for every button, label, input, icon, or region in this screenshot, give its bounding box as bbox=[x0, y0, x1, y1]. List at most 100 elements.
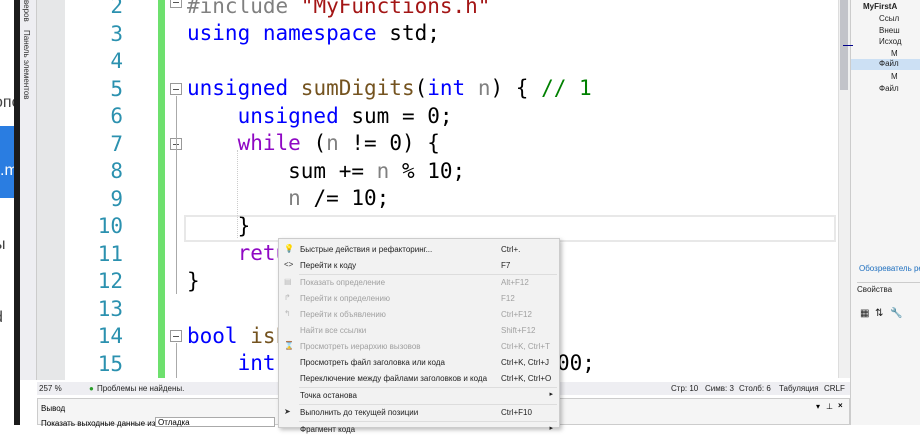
code-line: } bbox=[187, 269, 200, 293]
menu-item-shortcut: Ctrl+F12 bbox=[501, 310, 532, 319]
menu-item-label: Точка останова bbox=[300, 391, 357, 400]
goto-declaration-icon: ↰ bbox=[284, 309, 291, 318]
menu-item[interactable]: Просмотреть файл заголовка или кода Ctrl+… bbox=[279, 354, 559, 370]
submenu-arrow-icon: ▸ bbox=[549, 391, 553, 398]
vertical-tab-strip: веров Панель элементов bbox=[20, 0, 37, 380]
column-indicator: Столб: 6 bbox=[739, 384, 771, 393]
code-line: bool isL bbox=[187, 324, 289, 348]
line-number: 9 bbox=[110, 186, 123, 211]
eol-indicator[interactable]: CRLF bbox=[824, 384, 845, 393]
output-title: Вывод bbox=[41, 404, 66, 413]
tree-item[interactable]: Внеш bbox=[879, 26, 900, 35]
goto-definition-icon: ↱ bbox=[284, 293, 291, 302]
menu-item-label: Переключение между файлами заголовков и … bbox=[300, 374, 488, 383]
code-icon: <> bbox=[284, 260, 294, 269]
line-number: 10 bbox=[97, 214, 123, 238]
line-number: 13 bbox=[97, 296, 123, 321]
menu-item[interactable]: ↱ Перейти к определению F12 bbox=[279, 290, 559, 306]
line-number: 12 bbox=[97, 269, 123, 293]
collapse-icon[interactable] bbox=[170, 83, 182, 95]
menu-item[interactable]: <> Перейти к коду F7 bbox=[279, 257, 559, 273]
menu-item-shortcut: F12 bbox=[501, 294, 515, 303]
code-line: sum += n % 10; bbox=[187, 159, 466, 183]
line-number: 6 bbox=[110, 104, 123, 128]
indicator-margin bbox=[37, 0, 65, 380]
menu-item[interactable]: ⌛ Просмотреть иерархию вызовов Ctrl+K, Ctr… bbox=[279, 338, 559, 354]
code-line: while (n != 0) { bbox=[187, 131, 440, 155]
menu-item-label: Просмотреть иерархию вызовов bbox=[300, 342, 421, 351]
menu-item[interactable]: ▤ Показать определение Alt+F12 bbox=[279, 274, 559, 290]
menu-item[interactable]: Переключение между файлами заголовков и … bbox=[279, 370, 559, 386]
line-number: 15 bbox=[97, 351, 123, 376]
change-tracking-bar bbox=[158, 0, 165, 378]
line-number: 11 bbox=[97, 241, 123, 266]
menu-item-label: Перейти к определению bbox=[300, 294, 391, 303]
solution-explorer: MyFirstA Ссыл Внеш Исход М Файл М Файл О… bbox=[843, 0, 920, 425]
menu-item-shortcut: Ctrl+. bbox=[501, 245, 521, 254]
call-hierarchy-icon: ⌛ bbox=[284, 341, 294, 350]
menu-item-label: Выполнить до текущей позиции bbox=[300, 408, 419, 417]
menu-item[interactable]: Точка останова ▸ bbox=[279, 387, 559, 403]
code-line: } bbox=[187, 214, 251, 238]
menu-item-label: Перейти к коду bbox=[300, 261, 357, 270]
menu-item[interactable]: Фрагмент кода ▸ bbox=[279, 421, 559, 437]
code-line: unsigned sumDigits(int n) { // 1 bbox=[187, 76, 592, 100]
sort-alpha-icon[interactable]: ⇅ bbox=[875, 308, 883, 319]
menu-item[interactable]: ➤ Выполнить до текущей позиции Ctrl+F10 bbox=[279, 404, 559, 420]
check-icon: ● bbox=[89, 384, 94, 393]
app-fragment: ы bbox=[0, 236, 6, 254]
line-number: 7 bbox=[110, 131, 123, 156]
line-number: 3 bbox=[110, 21, 123, 46]
categorized-icon[interactable]: ▦ bbox=[860, 308, 869, 319]
code-line: #include "MyFunctions.h" bbox=[187, 0, 491, 18]
menu-item-shortcut: Ctrl+K, Ctrl+J bbox=[501, 358, 550, 367]
tree-item[interactable]: М bbox=[891, 49, 898, 58]
tree-item[interactable]: Ссыл bbox=[879, 14, 899, 23]
output-source-label: Показать выходные данные из: bbox=[41, 419, 158, 428]
app-fragment: .m bbox=[0, 126, 14, 198]
tree-item[interactable]: М bbox=[891, 72, 898, 81]
close-icon[interactable]: × bbox=[838, 401, 843, 410]
menu-item-shortcut: Ctrl+K, Ctrl+T bbox=[501, 342, 550, 351]
line-number: 14 bbox=[97, 324, 123, 348]
menu-item[interactable]: ↰ Перейти к объявлению Ctrl+F12 bbox=[279, 306, 559, 322]
tree-item[interactable]: Файл bbox=[879, 84, 899, 93]
code-line: using namespace std; bbox=[187, 21, 440, 45]
properties-title: Свойства bbox=[857, 282, 920, 294]
submenu-arrow-icon: ▸ bbox=[549, 425, 553, 432]
wrench-icon[interactable]: 🔧 bbox=[890, 308, 902, 319]
line-number: 5 bbox=[110, 76, 123, 101]
tree-item-selected[interactable]: Файл bbox=[851, 59, 920, 70]
background-app: опо .m ы d bbox=[0, 0, 14, 425]
char-indicator: Симв: 3 bbox=[705, 384, 734, 393]
context-menu: 💡 Быстрые действия и рефакторинг... Ctrl+.… bbox=[278, 238, 560, 434]
tab-server-explorer[interactable]: веров bbox=[22, 0, 31, 22]
code-line: unsigned sum = 0; bbox=[187, 104, 453, 128]
menu-item-label: Просмотреть файл заголовка или кода bbox=[300, 358, 445, 367]
line-number: 4 bbox=[110, 49, 123, 73]
menu-item-shortcut: Ctrl+F10 bbox=[501, 408, 532, 417]
solution-explorer-link[interactable]: Обозреватель ре bbox=[859, 264, 920, 273]
problems-status[interactable]: Проблемы не найдены. bbox=[97, 384, 184, 393]
output-source-select[interactable]: Отладка bbox=[155, 417, 275, 427]
pin-icon[interactable]: ⊥ bbox=[826, 402, 833, 411]
lightbulb-icon: 💡 bbox=[284, 244, 294, 253]
app-fragment: опо bbox=[0, 94, 14, 111]
line-indicator: Стр: 10 bbox=[671, 384, 699, 393]
menu-item-label: Перейти к объявлению bbox=[300, 310, 386, 319]
tab-toolbox[interactable]: Панель элементов bbox=[22, 30, 31, 100]
menu-item-shortcut: Ctrl+K, Ctrl+O bbox=[501, 374, 552, 383]
tabs-indicator[interactable]: Табуляция bbox=[779, 384, 819, 393]
code-line: retu bbox=[187, 241, 289, 265]
dropdown-icon[interactable]: ▾ bbox=[816, 402, 820, 411]
collapse-icon[interactable] bbox=[170, 0, 182, 8]
tree-item[interactable]: Исход bbox=[879, 37, 902, 46]
peek-icon: ▤ bbox=[284, 277, 292, 286]
menu-item[interactable]: Найти все ссылки Shift+F12 bbox=[279, 322, 559, 338]
tree-item[interactable]: MyFirstA bbox=[863, 2, 897, 11]
zoom-level[interactable]: 257 % bbox=[39, 384, 62, 393]
menu-item-label: Найти все ссылки bbox=[300, 326, 367, 335]
line-number: 2 bbox=[110, 0, 123, 18]
collapse-icon[interactable] bbox=[170, 330, 182, 342]
menu-item[interactable]: 💡 Быстрые действия и рефакторинг... Ctrl+. bbox=[279, 241, 559, 257]
